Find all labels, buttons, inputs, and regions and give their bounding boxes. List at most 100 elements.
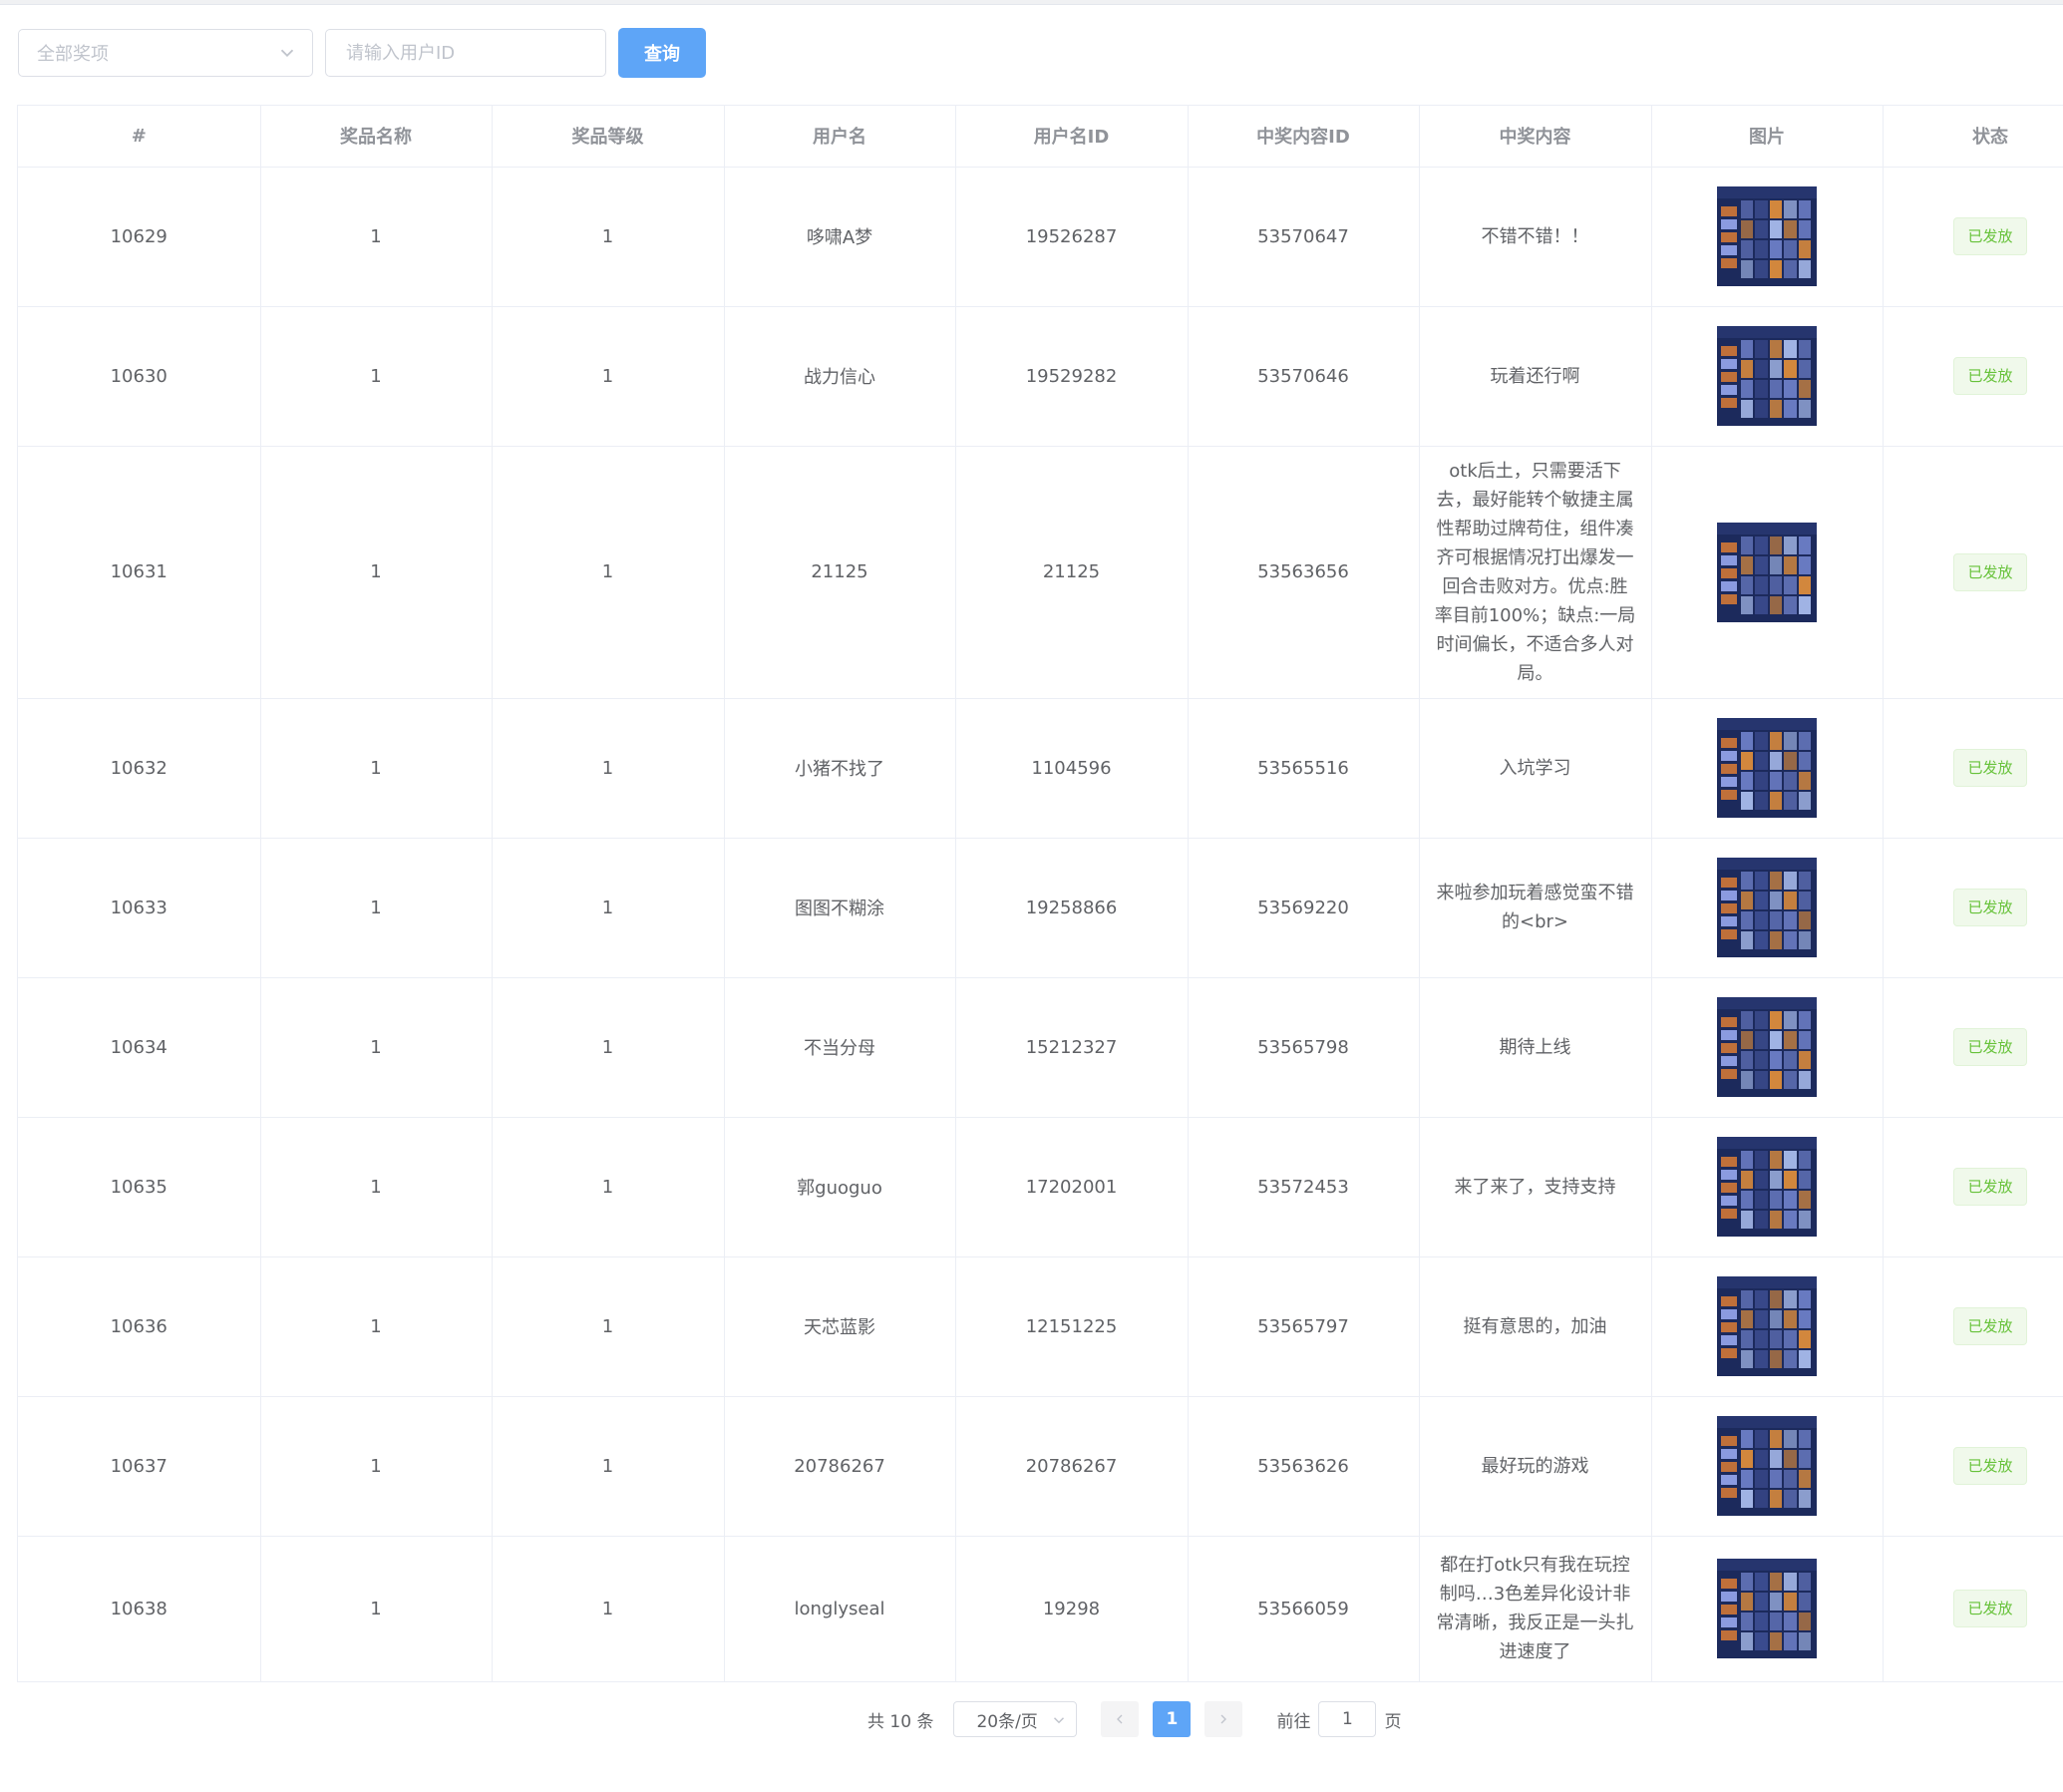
screenshot-thumbnail[interactable]	[1717, 1276, 1817, 1376]
cell-image	[1651, 1117, 1884, 1257]
cell-user-id: 19258866	[955, 838, 1189, 978]
cell-status: 已发放	[1883, 1396, 2063, 1537]
cell-image	[1651, 446, 1884, 699]
top-divider	[0, 0, 2063, 5]
cell-content: 都在打otk只有我在玩控制吗…3色差异化设计非常清晰，我反正是一头扎进速度了	[1419, 1536, 1652, 1682]
table-row: 10631 1 1 21125 21125 53563656 otk后土，只需要活下去，最好…	[18, 446, 2063, 699]
cell-content-id: 53563656	[1188, 446, 1420, 699]
cell-status: 已发放	[1883, 446, 2063, 699]
status-badge: 已发放	[1953, 357, 2027, 395]
cell-username: 20786267	[724, 1396, 956, 1537]
user-id-input[interactable]	[325, 29, 606, 77]
cell-prize-name: 1	[260, 167, 493, 307]
cell-content: 不错不错！！	[1419, 167, 1652, 307]
cell-content-id: 53569220	[1188, 838, 1420, 978]
cell-prize-name: 1	[260, 838, 493, 978]
cell-status: 已发放	[1883, 1536, 2063, 1682]
cell-content-id: 53565798	[1188, 977, 1420, 1118]
col-header-prize-level: 奖品等级	[492, 106, 725, 168]
cell-image	[1651, 167, 1884, 307]
prev-page-button[interactable]	[1101, 1701, 1140, 1737]
cell-content: 来啦参加玩着感觉蛮不错的<br>	[1419, 838, 1652, 978]
table-row: 10633 1 1 图图不糊涂 19258866 53569220 来啦参加玩着感觉蛮不错的…	[18, 838, 2063, 978]
cell-image	[1651, 838, 1884, 978]
cell-prize-level: 1	[492, 1256, 725, 1397]
cell-username: 天芯蓝影	[724, 1256, 956, 1397]
cell-status: 已发放	[1883, 1117, 2063, 1257]
page-number-current[interactable]: 1	[1153, 1701, 1192, 1737]
cell-username: 战力信心	[724, 306, 956, 447]
cell-content: 来了来了，支持支持	[1419, 1117, 1652, 1257]
cell-user-id: 19529282	[955, 306, 1189, 447]
status-badge: 已发放	[1953, 1590, 2027, 1627]
table-row: 10636 1 1 天芯蓝影 12151225 53565797 挺有意思的，加油 已发放	[18, 1256, 2063, 1397]
cell-status: 已发放	[1883, 698, 2063, 839]
goto-page-input[interactable]	[1318, 1701, 1377, 1737]
cell-image	[1651, 1536, 1884, 1682]
chevron-down-icon	[1054, 1717, 1065, 1724]
cell-image	[1651, 1256, 1884, 1397]
page-size-select[interactable]: 20条/页	[953, 1701, 1078, 1737]
cell-content-id: 53565797	[1188, 1256, 1420, 1397]
cell-content: otk后土，只需要活下去，最好能转个敏捷主属性帮助过牌苟住，组件凑齐可根据情况打…	[1419, 446, 1652, 699]
cell-prize-level: 1	[492, 977, 725, 1118]
cell-prize-name: 1	[260, 446, 493, 699]
table-row: 10630 1 1 战力信心 19529282 53570646 玩着还行啊 已发放	[18, 306, 2063, 447]
screenshot-thumbnail[interactable]	[1717, 326, 1817, 426]
cell-index: 10634	[18, 977, 261, 1118]
cell-user-id: 19526287	[955, 167, 1189, 307]
cell-user-id: 20786267	[955, 1396, 1189, 1537]
screenshot-thumbnail[interactable]	[1717, 997, 1817, 1097]
cell-username: 21125	[724, 446, 956, 699]
cell-prize-level: 1	[492, 698, 725, 839]
cell-prize-level: 1	[492, 306, 725, 447]
cell-content-id: 53566059	[1188, 1536, 1420, 1682]
cell-content: 最好玩的游戏	[1419, 1396, 1652, 1537]
cell-username: 小猪不找了	[724, 698, 956, 839]
chevron-left-icon	[1117, 1714, 1123, 1724]
status-badge: 已发放	[1953, 889, 2027, 926]
cell-index: 10629	[18, 167, 261, 307]
winners-table: # 奖品名称 奖品等级 用户名 用户名ID 中奖内容ID 中奖内容 图片 状态 …	[17, 105, 2063, 1682]
screenshot-thumbnail[interactable]	[1717, 1137, 1817, 1237]
cell-content-id: 53570647	[1188, 167, 1420, 307]
cell-username: 不当分母	[724, 977, 956, 1118]
cell-prize-name: 1	[260, 977, 493, 1118]
cell-content-id: 53572453	[1188, 1117, 1420, 1257]
cell-index: 10635	[18, 1117, 261, 1257]
cell-image	[1651, 698, 1884, 839]
prize-select[interactable]: 全部奖项	[18, 29, 313, 77]
status-badge: 已发放	[1953, 552, 2027, 591]
cell-username: longlyseal	[724, 1536, 956, 1682]
cell-user-id: 1104596	[955, 698, 1189, 839]
chevron-down-icon	[280, 49, 294, 58]
screenshot-thumbnail[interactable]	[1717, 1559, 1817, 1658]
col-header-content-id: 中奖内容ID	[1188, 106, 1420, 168]
screenshot-thumbnail[interactable]	[1717, 1416, 1817, 1516]
table-header-row: # 奖品名称 奖品等级 用户名 用户名ID 中奖内容ID 中奖内容 图片 状态	[18, 106, 2063, 168]
cell-user-id: 12151225	[955, 1256, 1189, 1397]
col-header-prize-name: 奖品名称	[260, 106, 493, 168]
table-row: 10637 1 1 20786267 20786267 53563626 最好玩的游戏 已发放	[18, 1396, 2063, 1537]
cell-username: 哆啸A梦	[724, 167, 956, 307]
table-row: 10635 1 1 郭guoguo 17202001 53572453 来了来了，支持支持已…	[18, 1117, 2063, 1257]
status-badge: 已发放	[1953, 1447, 2027, 1485]
query-button[interactable]: 查询	[618, 28, 706, 78]
screenshot-thumbnail[interactable]	[1717, 186, 1817, 286]
status-badge: 已发放	[1953, 1168, 2027, 1206]
cell-user-id: 17202001	[955, 1117, 1189, 1257]
table-row: 10638 1 1 longlyseal 19298 53566059 都在打otk只有我在…	[18, 1536, 2063, 1682]
cell-user-id: 19298	[955, 1536, 1189, 1682]
cell-index: 10636	[18, 1256, 261, 1397]
cell-prize-level: 1	[492, 838, 725, 978]
screenshot-thumbnail[interactable]	[1717, 522, 1817, 622]
status-badge: 已发放	[1953, 1307, 2027, 1345]
next-page-button[interactable]	[1204, 1701, 1243, 1737]
col-header-username: 用户名	[724, 106, 956, 168]
screenshot-thumbnail[interactable]	[1717, 858, 1817, 957]
table-row: 10629 1 1 哆啸A梦 19526287 53570647 不错不错！！ 已发放	[18, 167, 2063, 307]
screenshot-thumbnail[interactable]	[1717, 718, 1817, 818]
cell-prize-name: 1	[260, 306, 493, 447]
cell-username: 郭guoguo	[724, 1117, 956, 1257]
cell-index: 10630	[18, 306, 261, 447]
